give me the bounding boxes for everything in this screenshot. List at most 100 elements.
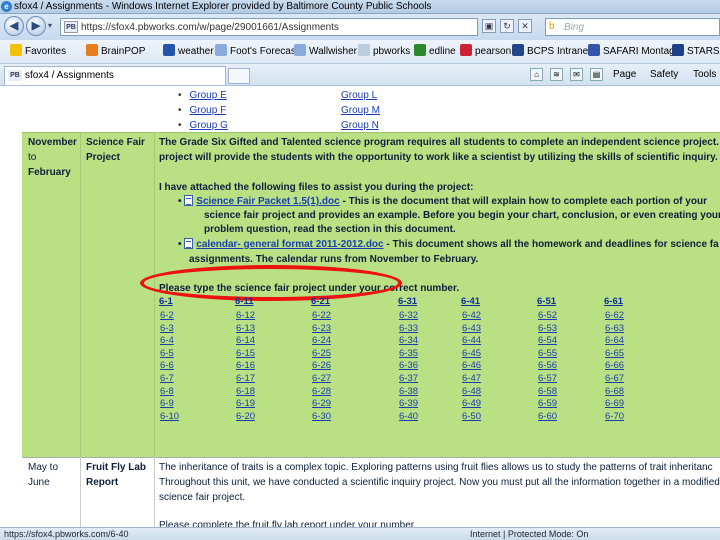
student-number-link[interactable]: 6-53 (538, 323, 557, 334)
student-number-link[interactable]: 6-31 (398, 296, 417, 307)
student-number-link[interactable]: 6-46 (462, 360, 481, 371)
student-number-link[interactable]: 6-19 (236, 398, 255, 409)
student-number-link[interactable]: 6-37 (399, 373, 418, 384)
student-number-link[interactable]: 6-13 (236, 323, 255, 334)
favorite-foots-forecast[interactable]: Foot's Forecast (215, 44, 299, 60)
tools-menu[interactable]: Tools (693, 68, 716, 82)
student-number-link[interactable]: 6-18 (236, 386, 255, 397)
student-number-link[interactable]: 6-50 (462, 411, 481, 422)
student-number-link[interactable]: 6-42 (462, 310, 481, 321)
student-number-link[interactable]: 6-6 (160, 360, 174, 371)
group-link[interactable]: Group F (190, 105, 227, 116)
favorite-edline[interactable]: edline (414, 44, 456, 60)
page-menu[interactable]: Page (613, 68, 636, 82)
student-number-link[interactable]: 6-62 (605, 310, 624, 321)
student-number-link[interactable]: 6-10 (160, 411, 179, 422)
home-icon[interactable]: ⌂ (530, 68, 543, 81)
student-number-link[interactable]: 6-47 (462, 373, 481, 384)
student-number-link[interactable]: 6-23 (312, 323, 331, 334)
student-number-link[interactable]: 6-25 (312, 348, 331, 359)
favorite-brainpop[interactable]: BrainPOP (86, 44, 145, 60)
student-number-link[interactable]: 6-15 (236, 348, 255, 359)
student-number-link[interactable]: 6-54 (538, 335, 557, 346)
student-number-link[interactable]: 6-4 (160, 335, 174, 346)
student-number-link[interactable]: 6-27 (312, 373, 331, 384)
student-number-link[interactable]: 6-2 (160, 310, 174, 321)
group-link[interactable]: Group G (190, 120, 228, 131)
student-number-link[interactable]: 6-7 (160, 373, 174, 384)
student-number-link[interactable]: 6-40 (399, 411, 418, 422)
student-number-link[interactable]: 6-9 (160, 398, 174, 409)
feeds-icon[interactable]: ≋ (550, 68, 563, 81)
student-number-link[interactable]: 6-24 (312, 335, 331, 346)
student-number-link[interactable]: 6-33 (399, 323, 418, 334)
student-number-link[interactable]: 6-68 (605, 386, 624, 397)
student-number-link[interactable]: 6-60 (538, 411, 557, 422)
safety-menu[interactable]: Safety (650, 68, 678, 82)
student-number-link[interactable]: 6-1 (159, 296, 173, 307)
student-number-link[interactable]: 6-22 (312, 310, 331, 321)
favorites-button[interactable]: Favorites (10, 44, 66, 60)
science-fair-packet-link[interactable]: Science Fair Packet 1.5(1).doc (196, 196, 339, 207)
favorite-wallwisher[interactable]: Wallwisher (294, 44, 357, 60)
student-number-link[interactable]: 6-36 (399, 360, 418, 371)
student-number-link[interactable]: 6-35 (399, 348, 418, 359)
student-number-link[interactable]: 6-44 (462, 335, 481, 346)
favorite-bcps-intranet[interactable]: BCPS Intranet (512, 44, 591, 60)
forward-button[interactable]: ▶ (26, 16, 46, 36)
student-number-link[interactable]: 6-49 (462, 398, 481, 409)
student-number-link[interactable]: 6-45 (462, 348, 481, 359)
stop-icon[interactable]: ✕ (518, 19, 532, 33)
student-number-link[interactable]: 6-43 (462, 323, 481, 334)
student-number-link[interactable]: 6-48 (462, 386, 481, 397)
student-number-link[interactable]: 6-29 (312, 398, 331, 409)
student-number-link[interactable]: 6-70 (605, 411, 624, 422)
calendar-doc-link[interactable]: calendar- general format 2011-2012.doc (196, 239, 383, 250)
student-number-link[interactable]: 6-61 (604, 296, 623, 307)
student-number-link[interactable]: 6-5 (160, 348, 174, 359)
address-bar[interactable]: PB https://sfox4.pbworks.com/w/page/2900… (60, 18, 478, 36)
history-dropdown-icon[interactable]: ▾ (48, 22, 56, 30)
student-number-link[interactable]: 6-39 (399, 398, 418, 409)
student-number-link[interactable]: 6-52 (538, 310, 557, 321)
group-link[interactable]: Group L (341, 90, 377, 101)
student-number-link[interactable]: 6-64 (605, 335, 624, 346)
student-number-link[interactable]: 6-17 (236, 373, 255, 384)
favorite-pearson[interactable]: pearson (460, 44, 511, 60)
student-number-link[interactable]: 6-67 (605, 373, 624, 384)
student-number-link[interactable]: 6-66 (605, 360, 624, 371)
student-number-link[interactable]: 6-56 (538, 360, 557, 371)
group-link[interactable]: Group M (341, 105, 380, 116)
search-input[interactable]: b Bing (545, 18, 720, 36)
student-number-link[interactable]: 6-11 (235, 296, 254, 307)
student-number-link[interactable]: 6-69 (605, 398, 624, 409)
student-number-link[interactable]: 6-41 (461, 296, 480, 307)
print-icon[interactable]: ▤ (590, 68, 603, 81)
favorite-pbworks[interactable]: pbworks (358, 44, 410, 60)
student-number-link[interactable]: 6-34 (399, 335, 418, 346)
student-number-link[interactable]: 6-12 (236, 310, 255, 321)
student-number-link[interactable]: 6-28 (312, 386, 331, 397)
student-number-link[interactable]: 6-57 (538, 373, 557, 384)
student-number-link[interactable]: 6-21 (311, 296, 330, 307)
student-number-link[interactable]: 6-32 (399, 310, 418, 321)
student-number-link[interactable]: 6-16 (236, 360, 255, 371)
favorite-weather[interactable]: weather (163, 44, 214, 60)
student-number-link[interactable]: 6-26 (312, 360, 331, 371)
back-button[interactable]: ◀ (4, 16, 24, 36)
group-link[interactable]: Group E (190, 90, 227, 101)
new-tab-button[interactable] (228, 68, 250, 84)
student-number-link[interactable]: 6-51 (537, 296, 556, 307)
student-number-link[interactable]: 6-58 (538, 386, 557, 397)
address-url[interactable]: https://sfox4.pbworks.com/w/page/2900166… (81, 21, 339, 34)
student-number-link[interactable]: 6-8 (160, 386, 174, 397)
favorite-stars[interactable]: STARS L (672, 44, 720, 60)
student-number-link[interactable]: 6-65 (605, 348, 624, 359)
student-number-link[interactable]: 6-30 (312, 411, 331, 422)
favorite-safari-montage[interactable]: SAFARI Montage (588, 44, 680, 60)
student-number-link[interactable]: 6-55 (538, 348, 557, 359)
student-number-link[interactable]: 6-20 (236, 411, 255, 422)
group-link[interactable]: Group N (341, 120, 379, 131)
student-number-link[interactable]: 6-38 (399, 386, 418, 397)
mail-icon[interactable]: ✉ (570, 68, 583, 81)
